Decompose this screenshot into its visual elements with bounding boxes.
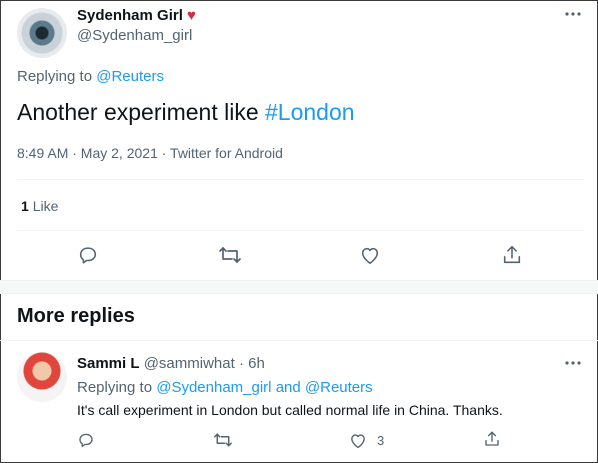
heart-emoji: ♥ xyxy=(187,7,196,24)
reply-more-icon[interactable] xyxy=(563,355,583,371)
hashtag-link[interactable]: #London xyxy=(265,99,355,125)
author-avatar[interactable] xyxy=(17,8,67,58)
reply-and-word: and xyxy=(275,379,301,396)
author-name[interactable]: Sydenham Girl xyxy=(77,7,183,24)
reply-mention-2[interactable]: @Reuters xyxy=(305,379,373,396)
more-horizontal-icon[interactable] xyxy=(563,6,583,22)
reply-reply-icon[interactable] xyxy=(77,431,95,449)
reply-like-icon[interactable] xyxy=(348,432,368,449)
reply-retweet-icon[interactable] xyxy=(213,431,233,449)
share-icon[interactable] xyxy=(501,244,523,266)
reply-replying-label: Replying to xyxy=(77,379,153,396)
tweet-meta[interactable]: 8:49 AM · May 2, 2021 · Twitter for Andr… xyxy=(17,145,283,161)
likes-label: Like xyxy=(32,198,59,214)
tweet-text-body: Another experiment like xyxy=(17,99,259,125)
divider xyxy=(17,179,584,180)
reply-avatar[interactable] xyxy=(17,352,67,402)
likes-stat[interactable]: 1 Like xyxy=(21,198,58,214)
reply-mention-1[interactable]: @Sydenham_girl xyxy=(156,379,271,396)
section-separator xyxy=(0,280,598,294)
author-handle[interactable]: @Sydenham_girl xyxy=(77,27,192,44)
reply-author-name[interactable]: Sammi L xyxy=(77,355,140,372)
reply-text: It's call experiment in London but calle… xyxy=(77,402,503,418)
reply-share-icon[interactable] xyxy=(483,430,501,448)
likes-count: 1 xyxy=(21,198,29,214)
divider xyxy=(17,230,584,231)
like-icon[interactable] xyxy=(359,245,381,265)
reply-author-handle[interactable]: @sammiwhat xyxy=(144,355,235,372)
reply-icon[interactable] xyxy=(77,244,99,266)
divider xyxy=(0,340,598,341)
replying-mention[interactable]: @Reuters xyxy=(96,68,164,85)
reply-like-count: 3 xyxy=(377,433,385,448)
more-replies-title: More replies xyxy=(17,305,135,327)
replying-label: Replying to xyxy=(17,68,93,85)
retweet-icon[interactable] xyxy=(218,244,242,266)
tweet-text: Another experiment like #London xyxy=(17,99,355,126)
reply-time[interactable]: · 6h xyxy=(239,355,265,372)
